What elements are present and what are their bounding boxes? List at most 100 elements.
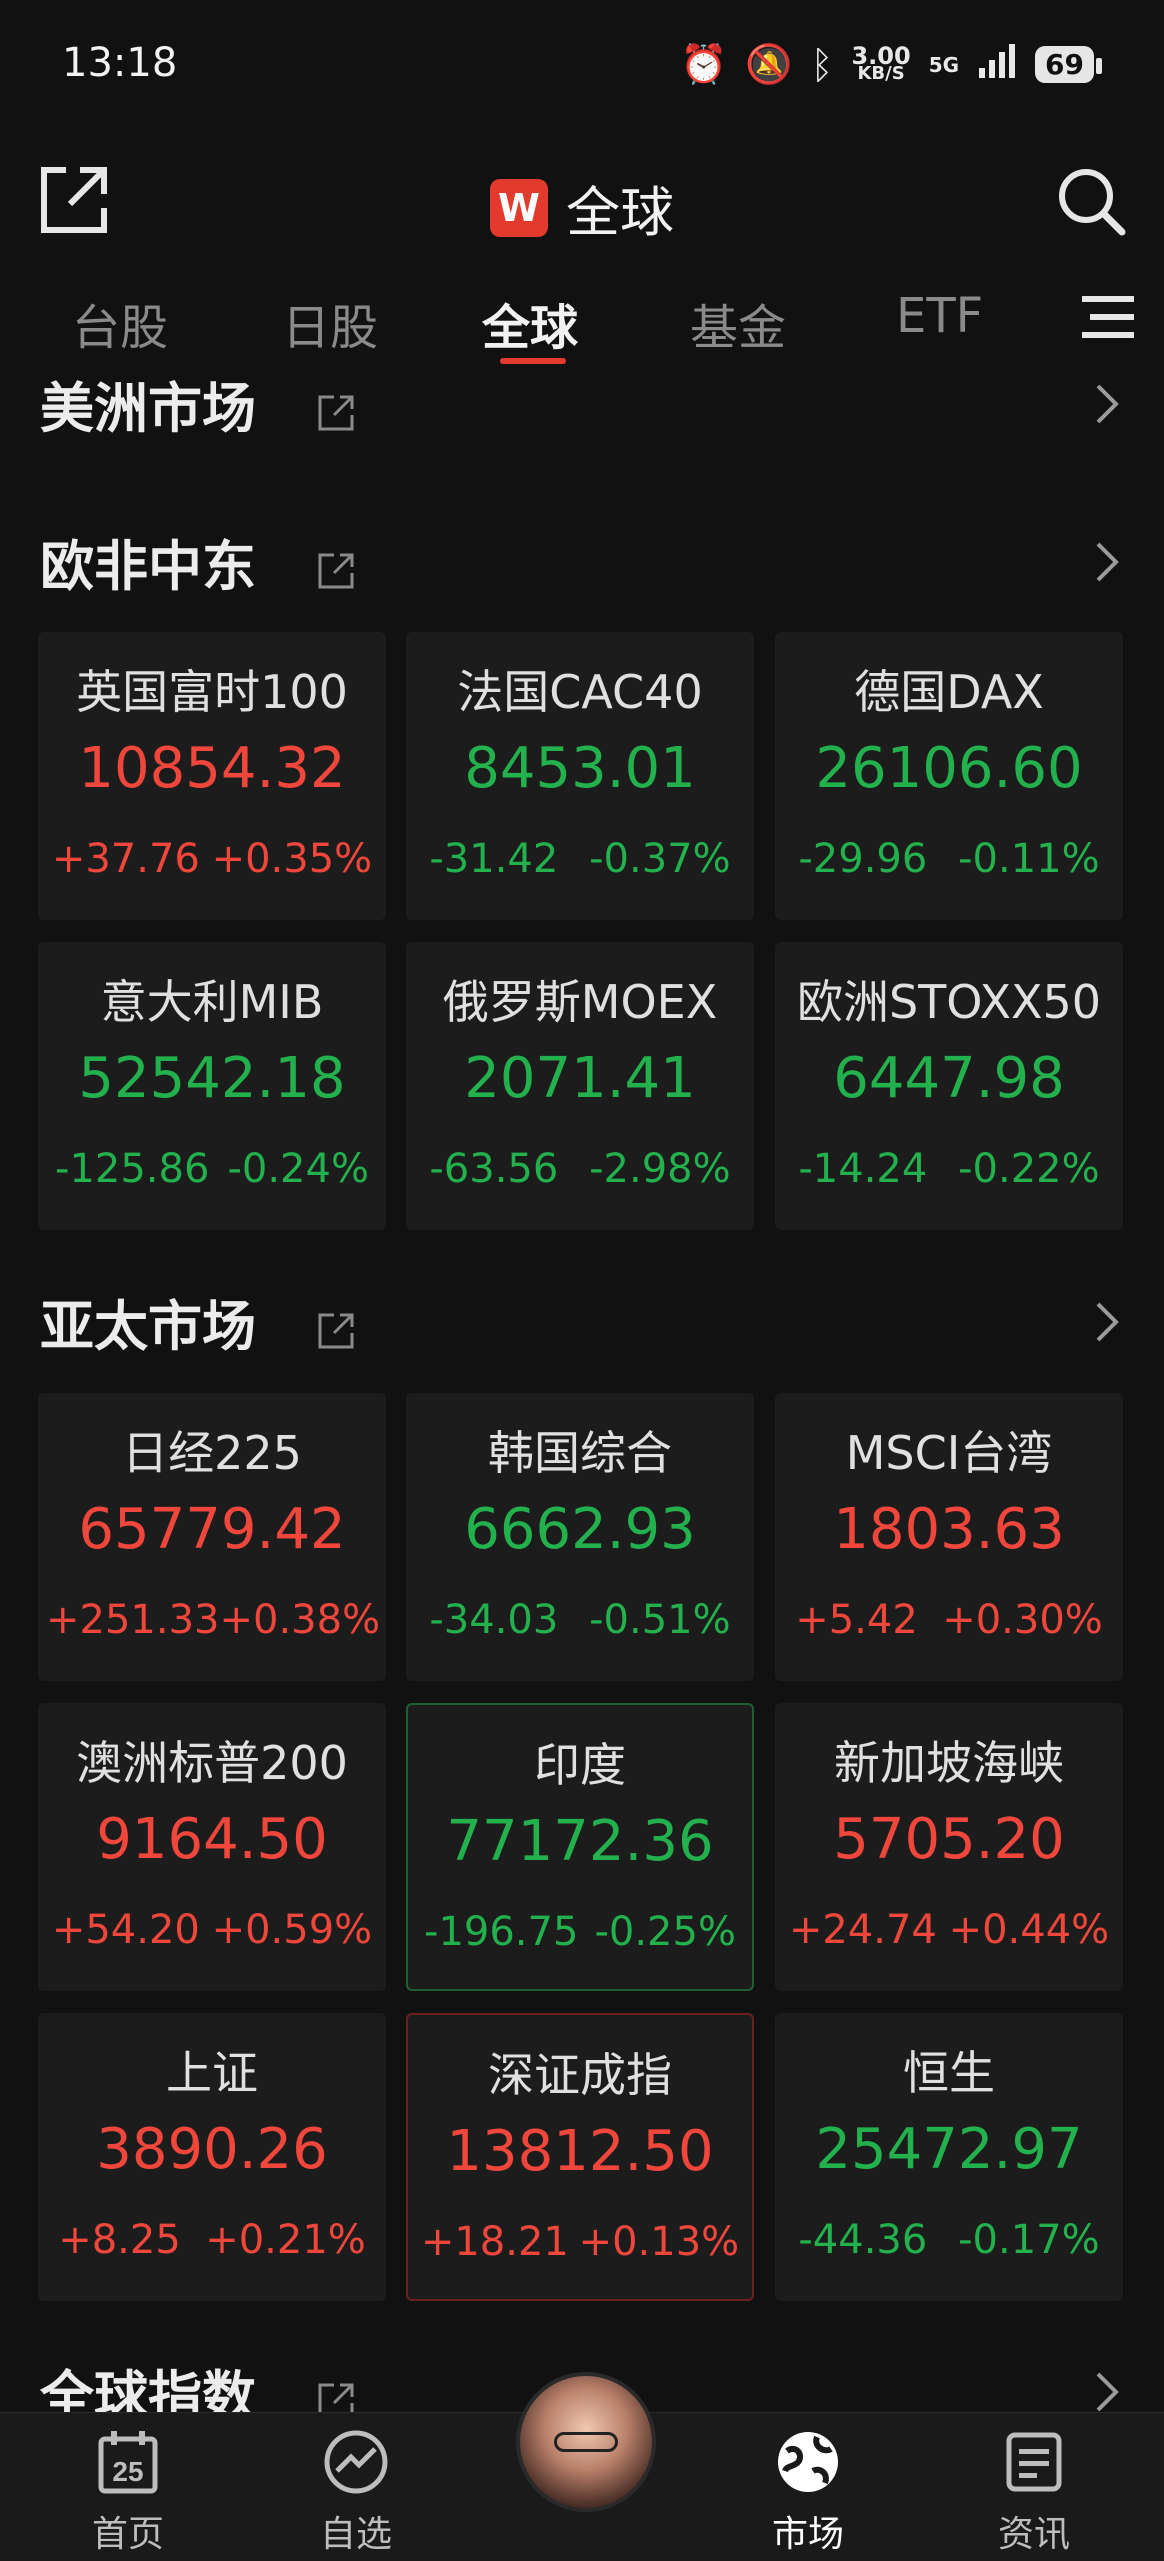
nav-watchlist[interactable]: 自选 — [286, 2427, 426, 2557]
signal-icon — [977, 40, 1017, 89]
index-change: -31.42 — [429, 836, 559, 882]
index-price: 10854.32 — [78, 736, 346, 801]
index-price: 77172.36 — [446, 1809, 714, 1874]
index-name: 澳洲标普200 — [76, 1736, 348, 1790]
index-name: 新加坡海峡 — [834, 1736, 1064, 1790]
chevron-right-icon[interactable] — [1094, 540, 1120, 584]
tab-etf[interactable]: ETF — [896, 288, 983, 344]
index-card[interactable]: 德国DAX 26106.60 -29.96 -0.11% — [775, 632, 1123, 920]
index-price: 65779.42 — [78, 1497, 346, 1562]
bluetooth-icon: ᛒ — [810, 42, 834, 87]
index-card[interactable]: 俄罗斯MOEX 2071.41 -63.56 -2.98% — [406, 942, 754, 1230]
index-card[interactable]: 英国富时100 10854.32 +37.76 +0.35% — [38, 632, 386, 920]
external-link-icon[interactable] — [316, 383, 358, 430]
market-tabs: 台股 日股 全球 基金 ETF — [0, 270, 1164, 365]
index-changes: +54.20 +0.59% — [38, 1907, 386, 1953]
tab-jp[interactable]: 日股 — [282, 288, 378, 358]
nav-label: 首页 — [91, 2514, 164, 2555]
index-change: -125.86 — [55, 1146, 210, 1192]
external-link-icon[interactable] — [316, 2371, 358, 2418]
battery-indicator: 69 — [1035, 46, 1102, 83]
tab-tw[interactable]: 台股 — [72, 288, 168, 358]
index-change: -29.96 — [798, 836, 928, 882]
nav-market[interactable]: 市场 — [738, 2427, 878, 2557]
index-price: 52542.18 — [78, 1046, 346, 1111]
index-card[interactable]: 上证 3890.26 +8.25 +0.21% — [38, 2013, 386, 2301]
index-name: 上证 — [166, 2046, 258, 2100]
index-price: 6447.98 — [833, 1046, 1065, 1111]
external-link-icon[interactable] — [316, 541, 358, 588]
index-price: 5705.20 — [833, 1807, 1065, 1872]
index-change: +18.21 — [420, 2219, 569, 2265]
avatar-glasses — [554, 2432, 618, 2452]
index-card[interactable]: 欧洲STOXX50 6447.98 -14.24 -0.22% — [775, 942, 1123, 1230]
index-name: 英国富时100 — [76, 665, 348, 719]
index-card[interactable]: MSCI台湾 1803.63 +5.42 +0.30% — [775, 1393, 1123, 1681]
index-card[interactable]: 法国CAC40 8453.01 -31.42 -0.37% — [406, 632, 754, 920]
index-card[interactable]: 澳洲标普200 9164.50 +54.20 +0.59% — [38, 1703, 386, 1991]
index-card[interactable]: 恒生 25472.97 -44.36 -0.17% — [775, 2013, 1123, 2301]
index-change: -14.24 — [798, 1146, 928, 1192]
external-link-icon[interactable] — [316, 1301, 358, 1348]
section-title-text: 美洲市场 — [40, 377, 256, 440]
index-name: 日经225 — [122, 1426, 302, 1480]
status-time: 13:18 — [62, 40, 178, 86]
index-price: 6662.93 — [464, 1497, 696, 1562]
index-changes: -29.96 -0.11% — [775, 836, 1123, 882]
index-price: 2071.41 — [464, 1046, 696, 1111]
index-changes: -44.36 -0.17% — [775, 2217, 1123, 2263]
signal-label: 5G — [928, 52, 960, 77]
index-change-percent: -0.24% — [227, 1146, 369, 1192]
index-change-percent: -2.98% — [589, 1146, 731, 1192]
alarm-icon: ⏰ — [680, 42, 728, 86]
index-changes: +18.21 +0.13% — [408, 2219, 752, 2265]
index-name: 印度 — [534, 1738, 626, 1792]
index-price: 13812.50 — [446, 2119, 714, 2184]
chevron-right-icon[interactable] — [1094, 1300, 1120, 1344]
index-price: 1803.63 — [833, 1497, 1065, 1562]
index-change-percent: +0.38% — [219, 1597, 381, 1643]
index-changes: +8.25 +0.21% — [38, 2217, 386, 2263]
app-header: W 全球 — [0, 140, 1164, 260]
chevron-right-icon[interactable] — [1094, 382, 1120, 426]
nav-label: 资讯 — [997, 2514, 1070, 2555]
index-change-percent: -0.25% — [594, 1909, 736, 1955]
index-price: 26106.60 — [815, 736, 1083, 801]
active-tab-underline — [500, 358, 566, 364]
index-change-percent: +0.59% — [211, 1907, 373, 1953]
index-card[interactable]: 印度 77172.36 -196.75 -0.25% — [406, 1703, 754, 1991]
index-price: 3890.26 — [96, 2117, 328, 2182]
section-emea-title[interactable]: 欧非中东 — [40, 522, 358, 601]
section-americas-title[interactable]: 美洲市场 — [40, 364, 358, 443]
index-card[interactable]: 韩国综合 6662.93 -34.03 -0.51% — [406, 1393, 754, 1681]
avatar[interactable] — [516, 2372, 656, 2512]
index-change-percent: -0.22% — [958, 1146, 1100, 1192]
tab-fund[interactable]: 基金 — [690, 288, 786, 358]
app-logo: W — [490, 178, 548, 237]
index-changes: -125.86 -0.24% — [38, 1146, 386, 1192]
index-changes: +251.33 +0.38% — [38, 1597, 386, 1643]
index-card[interactable]: 新加坡海峡 5705.20 +24.74 +0.44% — [775, 1703, 1123, 1991]
index-change-percent: -0.11% — [958, 836, 1100, 882]
index-card[interactable]: 意大利MIB 52542.18 -125.86 -0.24% — [38, 942, 386, 1230]
nav-label: 自选 — [319, 2514, 392, 2555]
index-price: 25472.97 — [815, 2117, 1083, 2182]
menu-icon[interactable] — [1082, 292, 1134, 342]
index-card[interactable]: 日经225 65779.42 +251.33 +0.38% — [38, 1393, 386, 1681]
tab-global[interactable]: 全球 — [482, 288, 578, 358]
index-change-percent: +0.13% — [578, 2219, 740, 2265]
section-apac-title[interactable]: 亚太市场 — [40, 1282, 358, 1361]
search-icon[interactable] — [1052, 162, 1128, 238]
chevron-right-icon[interactable] — [1094, 2370, 1120, 2414]
nav-home[interactable]: 25 首页 — [58, 2427, 198, 2557]
index-name: 韩国综合 — [488, 1426, 672, 1480]
index-changes: -31.42 -0.37% — [406, 836, 754, 882]
index-change-percent: -0.37% — [589, 836, 731, 882]
index-card[interactable]: 深证成指 13812.50 +18.21 +0.13% — [406, 2013, 754, 2301]
news-icon — [1006, 2432, 1062, 2492]
index-change: +37.76 — [51, 836, 200, 882]
nav-news[interactable]: 资讯 — [964, 2427, 1104, 2557]
section-title-text: 欧非中东 — [40, 535, 256, 598]
index-change-percent: +0.30% — [942, 1597, 1103, 1643]
nav-label: 市场 — [771, 2514, 844, 2555]
